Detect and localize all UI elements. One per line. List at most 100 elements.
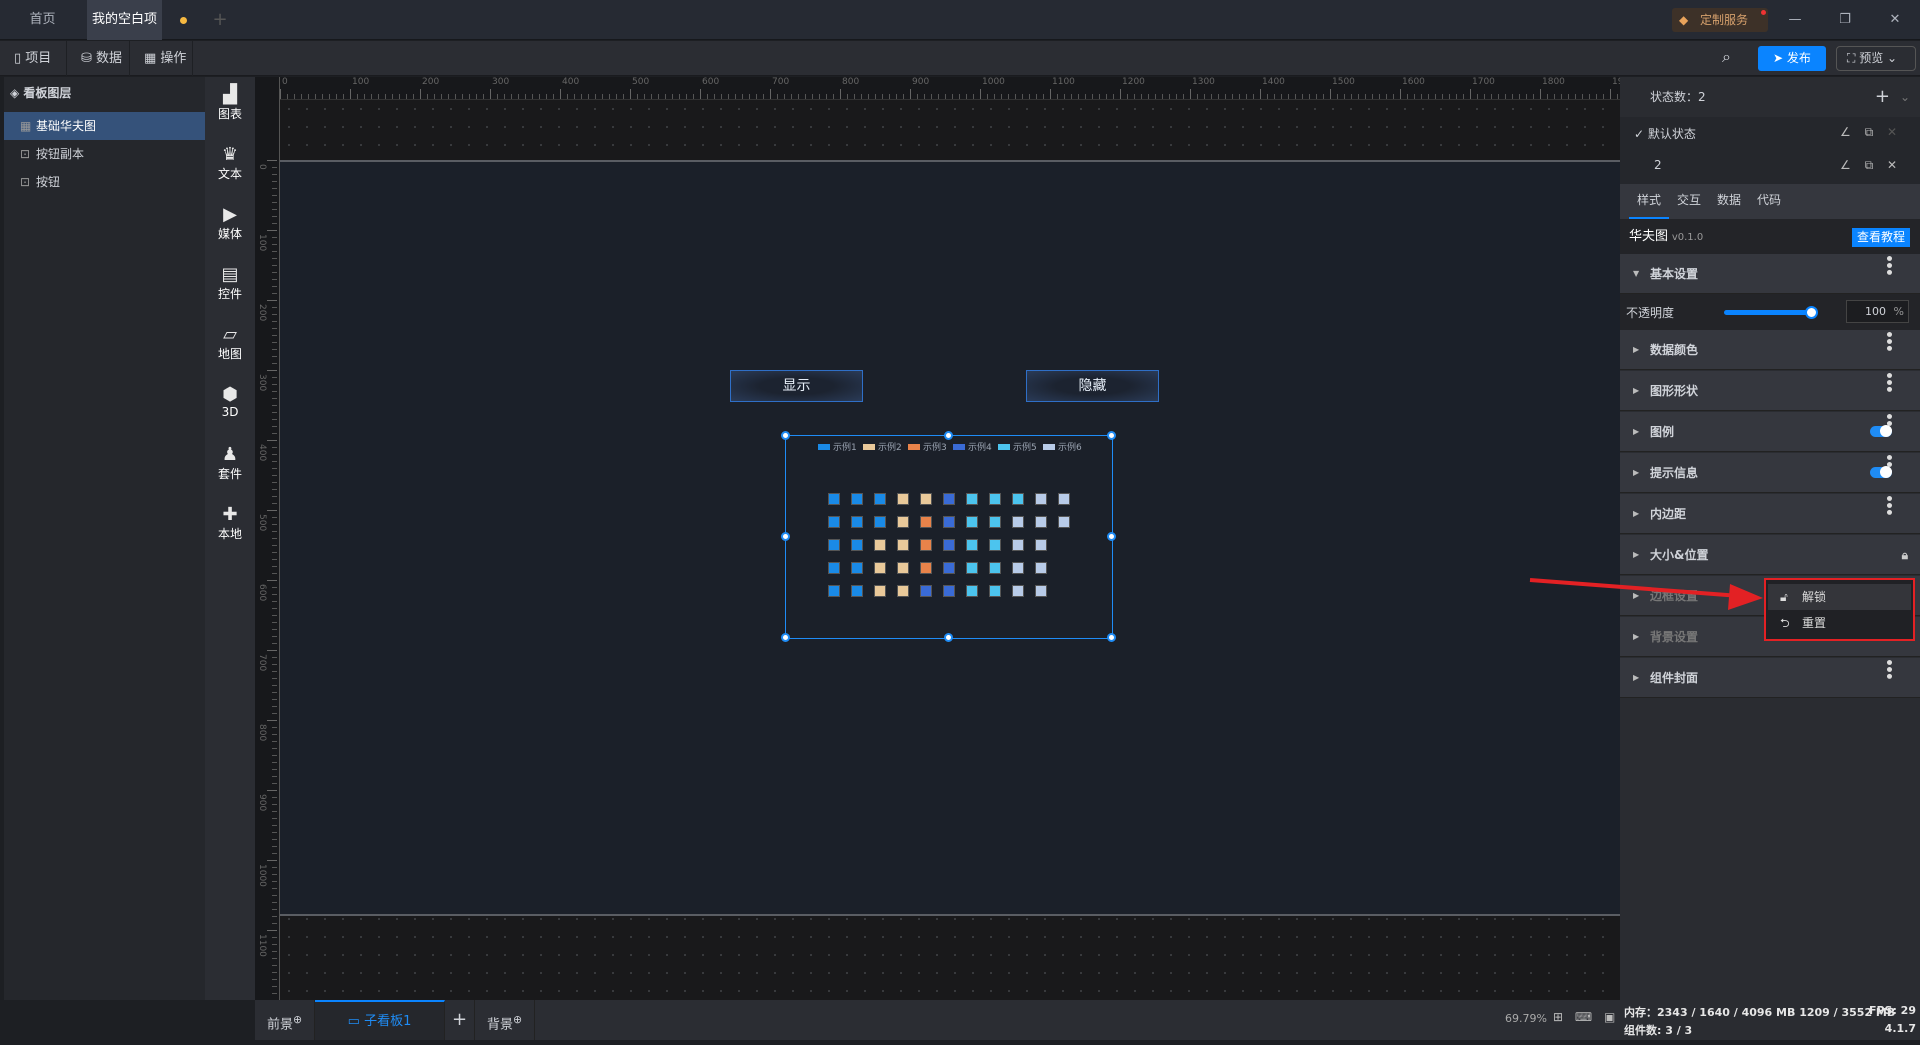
section-basic[interactable]: ▼ 基本设置 ••• bbox=[1620, 254, 1920, 294]
edit-icon[interactable]: ∠ bbox=[1840, 158, 1851, 172]
legend-item[interactable]: 示例3 bbox=[908, 440, 947, 453]
edit-icon[interactable]: ∠ bbox=[1840, 125, 1851, 139]
waffle-cell[interactable] bbox=[1013, 563, 1023, 573]
resize-handle[interactable] bbox=[1107, 633, 1116, 642]
waffle-cell[interactable] bbox=[944, 517, 954, 527]
more-icon[interactable]: ••• bbox=[1868, 330, 1908, 351]
add-board-button[interactable]: + bbox=[445, 1000, 475, 1040]
waffle-cell[interactable] bbox=[875, 494, 885, 504]
waffle-cell[interactable] bbox=[967, 586, 977, 596]
waffle-cell[interactable] bbox=[898, 540, 908, 550]
delete-icon[interactable]: ✕ bbox=[1887, 158, 1897, 172]
waffle-cell[interactable] bbox=[1013, 494, 1023, 504]
waffle-cell[interactable] bbox=[1059, 517, 1069, 527]
waffle-cell[interactable] bbox=[829, 563, 839, 573]
menu-project[interactable]: ▯ 项目 ⌄ bbox=[0, 41, 67, 101]
show-button[interactable]: 显示 bbox=[730, 370, 863, 402]
search-icon[interactable]: ⌕ bbox=[1722, 47, 1731, 67]
waffle-cell[interactable] bbox=[852, 540, 862, 550]
menu-operate[interactable]: ▦ 操作 ⌄ bbox=[130, 41, 193, 101]
section-1[interactable]: ▶ 图形形状 ••• bbox=[1620, 371, 1920, 411]
waffle-cell[interactable] bbox=[944, 540, 954, 550]
waffle-cell[interactable] bbox=[829, 494, 839, 504]
layer-item-waffle[interactable]: ▦ 基础华夫图 bbox=[4, 112, 205, 140]
chevron-down-icon[interactable]: ⌄ bbox=[1900, 77, 1910, 117]
more-icon[interactable]: ••• bbox=[1868, 658, 1908, 679]
waffle-cell[interactable] bbox=[898, 586, 908, 596]
legend-item[interactable]: 示例4 bbox=[953, 440, 992, 453]
tool-1[interactable]: ♛ 文本 bbox=[205, 145, 255, 182]
waffle-cell[interactable] bbox=[875, 586, 885, 596]
resize-handle[interactable] bbox=[944, 633, 953, 642]
waffle-cell[interactable] bbox=[967, 540, 977, 550]
waffle-cell[interactable] bbox=[829, 586, 839, 596]
waffle-cell[interactable] bbox=[1036, 517, 1046, 527]
waffle-cell[interactable] bbox=[852, 586, 862, 596]
resize-handle[interactable] bbox=[944, 431, 953, 440]
waffle-cell[interactable] bbox=[1013, 586, 1023, 596]
waffle-cell[interactable] bbox=[852, 517, 862, 527]
waffle-cell[interactable] bbox=[990, 540, 1000, 550]
add-circle-icon[interactable]: ⊕ bbox=[293, 1013, 302, 1026]
tab-sub-board[interactable]: ▭ 子看板1 bbox=[315, 1000, 445, 1040]
waffle-cell[interactable] bbox=[829, 540, 839, 550]
waffle-cell[interactable] bbox=[852, 563, 862, 573]
legend-item[interactable]: 示例1 bbox=[818, 440, 857, 453]
resize-handle[interactable] bbox=[781, 532, 790, 541]
waffle-cell[interactable] bbox=[990, 563, 1000, 573]
waffle-cell[interactable] bbox=[921, 586, 931, 596]
opacity-slider-handle[interactable] bbox=[1805, 306, 1818, 319]
tab-interaction[interactable]: 交互 bbox=[1669, 184, 1709, 217]
resize-handle[interactable] bbox=[1107, 431, 1116, 440]
waffle-cell[interactable] bbox=[967, 563, 977, 573]
waffle-cell[interactable] bbox=[921, 517, 931, 527]
waffle-cell[interactable] bbox=[1036, 563, 1046, 573]
tool-6[interactable]: ♟ 套件 bbox=[205, 445, 255, 482]
tab-code[interactable]: 代码 bbox=[1749, 184, 1789, 217]
state-item-default[interactable]: ✓ 默认状态 bbox=[1634, 125, 1696, 142]
copy-icon[interactable]: ⧉ bbox=[1865, 125, 1874, 139]
waffle-cell[interactable] bbox=[921, 540, 931, 550]
waffle-cell[interactable] bbox=[898, 517, 908, 527]
waffle-cell[interactable] bbox=[1036, 540, 1046, 550]
toggle-switch[interactable] bbox=[1870, 425, 1892, 437]
waffle-cell[interactable] bbox=[875, 563, 885, 573]
preview-button[interactable]: ⛶ 预览 ⌄ bbox=[1836, 46, 1916, 71]
waffle-cell[interactable] bbox=[852, 494, 862, 504]
waffle-cell[interactable] bbox=[875, 540, 885, 550]
tool-7[interactable]: ✚ 本地 bbox=[205, 505, 255, 542]
custom-service-button[interactable]: ◆ 定制服务 bbox=[1672, 8, 1768, 32]
opacity-slider[interactable] bbox=[1724, 310, 1814, 315]
delete-icon[interactable]: ✕ bbox=[1887, 125, 1897, 139]
state-item-2[interactable]: 2 bbox=[1654, 158, 1662, 172]
waffle-cell[interactable] bbox=[829, 517, 839, 527]
more-icon[interactable]: ••• bbox=[1868, 254, 1908, 275]
more-icon[interactable]: ••• bbox=[1868, 494, 1908, 515]
more-icon[interactable]: ••• bbox=[1868, 371, 1908, 392]
section-0[interactable]: ▶ 数据颜色 ••• bbox=[1620, 330, 1920, 370]
menu-data[interactable]: ⛁ 数据 ⌄ bbox=[67, 41, 130, 101]
waffle-cell[interactable] bbox=[1013, 540, 1023, 550]
terminal-icon[interactable]: ▣ bbox=[1604, 1010, 1615, 1024]
close-button[interactable]: ✕ bbox=[1880, 0, 1910, 40]
waffle-cell[interactable] bbox=[990, 517, 1000, 527]
resize-handle[interactable] bbox=[1107, 532, 1116, 541]
keyboard-icon[interactable]: ⌨ bbox=[1575, 1010, 1592, 1024]
section-5[interactable]: ▶ 大小&位置 🔒︎ bbox=[1620, 535, 1920, 575]
restore-button[interactable]: ❐ bbox=[1830, 0, 1860, 40]
waffle-cell[interactable] bbox=[944, 494, 954, 504]
legend-item[interactable]: 示例2 bbox=[863, 440, 902, 453]
copy-icon[interactable]: ⧉ bbox=[1865, 158, 1874, 172]
tool-0[interactable]: ▟ 图表 bbox=[205, 85, 255, 122]
waffle-cell[interactable] bbox=[921, 494, 931, 504]
tab-project[interactable]: 我的空白项目 bbox=[87, 0, 162, 67]
tool-5[interactable]: ⬢ 3D bbox=[205, 385, 255, 420]
tool-2[interactable]: ▶ 媒体 bbox=[205, 205, 255, 242]
tab-style[interactable]: 样式 bbox=[1629, 184, 1669, 219]
tab-data[interactable]: 数据 bbox=[1709, 184, 1749, 217]
waffle-cell[interactable] bbox=[990, 494, 1000, 504]
section-3[interactable]: ▶ 提示信息 ••• bbox=[1620, 453, 1920, 493]
waffle-cell[interactable] bbox=[1036, 586, 1046, 596]
tab-foreground[interactable]: 前景⊕ bbox=[255, 1000, 315, 1040]
waffle-cell[interactable] bbox=[944, 563, 954, 573]
